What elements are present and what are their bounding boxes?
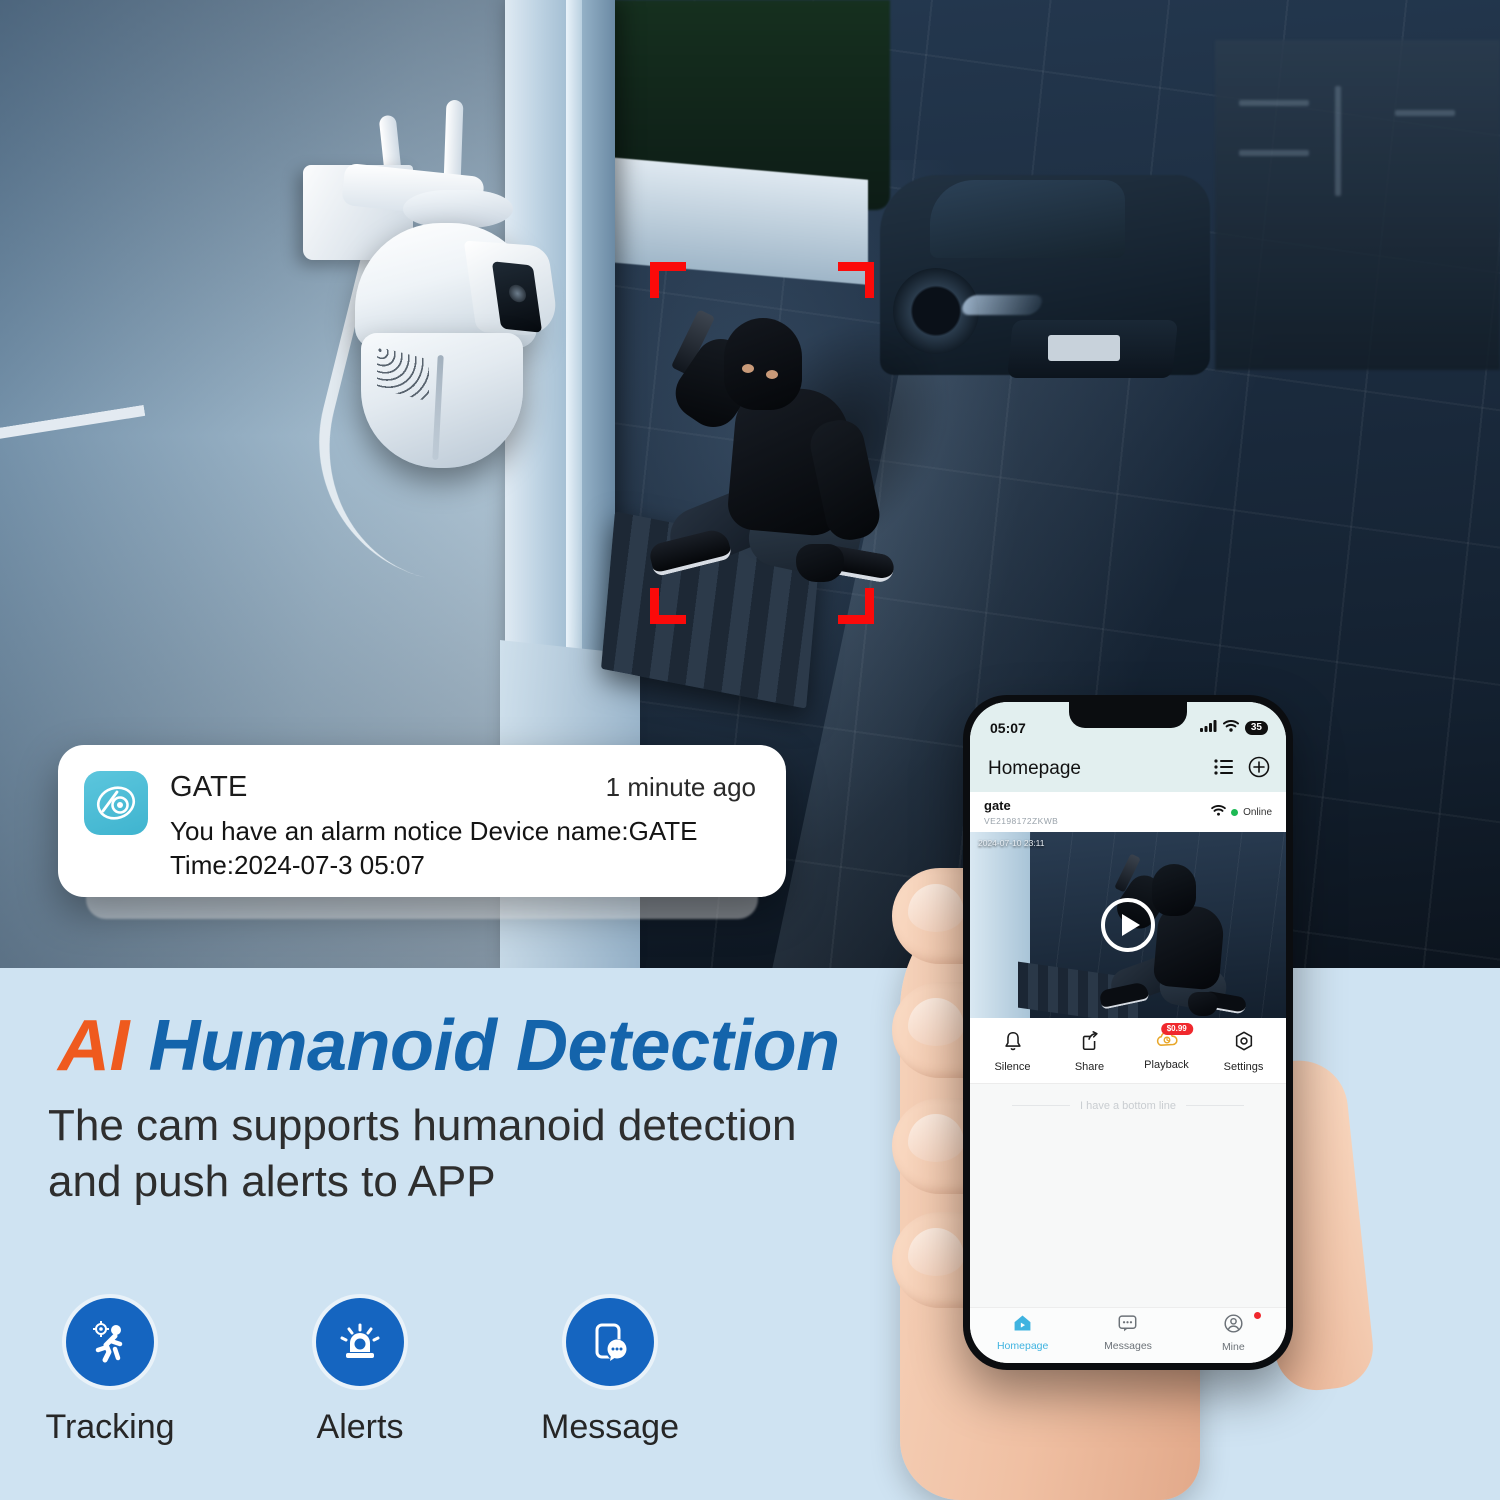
feature-label: Message — [541, 1408, 679, 1446]
preview-shoe-left — [1098, 981, 1150, 1010]
tab-mine[interactable]: Mine — [1181, 1311, 1285, 1353]
play-button-icon[interactable] — [1101, 897, 1155, 952]
detection-bracket-bottom-left — [650, 588, 686, 624]
feature-label: Tracking — [45, 1408, 175, 1446]
preview-torso — [1152, 903, 1226, 991]
feature-label: Alerts — [316, 1408, 404, 1446]
smartphone-device: 05:07 35 Homepage gate VE2198172ZKWB Onl… — [963, 695, 1293, 1370]
headline-main: Humanoid Detection — [148, 1006, 841, 1086]
share-icon — [1079, 1030, 1101, 1056]
preview-head — [1152, 863, 1196, 916]
status-badge: Online — [1243, 806, 1272, 818]
online-status-dot — [1231, 808, 1239, 816]
page-title: AI Humanoid Detection — [58, 1005, 840, 1087]
action-settings[interactable]: Settings — [1205, 1030, 1282, 1073]
plus-circle-icon[interactable] — [1248, 756, 1270, 783]
phone-notch — [1069, 702, 1187, 728]
bottom-line-text: I have a bottom line — [1079, 1099, 1176, 1112]
tab-label: Mine — [1221, 1340, 1245, 1353]
app-title: Homepage — [988, 758, 1081, 779]
car-headlight — [958, 295, 1046, 315]
intruder-balaclava-head — [724, 318, 802, 410]
device-identity: gate VE2198172ZKWB — [984, 798, 1059, 826]
eye-lens-app-icon — [84, 771, 148, 835]
action-share[interactable]: Share — [1051, 1030, 1128, 1073]
status-time: 05:07 — [990, 720, 1026, 736]
playback-price-badge: $0.99 — [1160, 1022, 1193, 1035]
preview-glove — [1188, 991, 1218, 1016]
notification-app-name: GATE — [170, 771, 248, 803]
list-icon[interactable] — [1214, 758, 1234, 780]
battery-level: 35 — [1244, 721, 1268, 735]
tab-homepage[interactable]: Homepage — [971, 1313, 1075, 1352]
tab-label: Homepage — [996, 1340, 1049, 1352]
phone-screen: 05:07 35 Homepage gate VE2198172ZKWB Onl… — [970, 702, 1286, 1363]
car-license-plate — [1048, 335, 1120, 361]
preview-timestamp: 2024-07-10 23:11 — [978, 837, 1045, 848]
detection-bracket-top-left — [650, 262, 686, 298]
promo-page: GATE 1 minute ago You have an alarm noti… — [0, 0, 1500, 1500]
notification-timestamp: 1 minute ago — [605, 772, 756, 802]
notification-body: GATE 1 minute ago You have an alarm noti… — [148, 771, 756, 883]
action-label: Playback — [1144, 1058, 1189, 1071]
cellular-signal-icon — [1199, 719, 1217, 737]
app-header: Homepage — [970, 746, 1286, 792]
divider-right — [1186, 1105, 1244, 1107]
detection-bracket-top-right — [838, 262, 874, 298]
device-id: VE2198172ZKWB — [984, 815, 1059, 826]
divider-left — [1011, 1105, 1070, 1107]
wifi-icon — [1211, 803, 1226, 821]
ptz-security-camera — [289, 99, 661, 617]
bottom-line-section: I have a bottom line — [970, 1083, 1286, 1112]
car-windshield — [930, 180, 1125, 258]
header-actions — [1214, 756, 1270, 783]
intruder-left-shoe — [647, 526, 733, 578]
chat-bubble-icon — [1117, 1314, 1138, 1337]
bottom-line-wrap: I have a bottom line — [1011, 1099, 1244, 1112]
siren-alarm-icon — [316, 1298, 404, 1386]
feature-list: Tracking Alerts Message — [40, 1298, 680, 1447]
action-playback[interactable]: $0.99 Playback — [1128, 1022, 1205, 1073]
intruder-glove — [796, 544, 844, 582]
home-play-icon — [1012, 1315, 1033, 1337]
device-status: Online — [1211, 803, 1272, 821]
notification-message: You have an alarm notice Device name:GAT… — [170, 816, 698, 881]
running-person-target-icon — [66, 1298, 154, 1386]
action-label: Silence — [994, 1060, 1031, 1073]
bell-icon — [1002, 1031, 1024, 1056]
promo-subtitle: The cam supports humanoid detection and … — [48, 1101, 797, 1207]
tab-messages[interactable]: Messages — [1076, 1314, 1180, 1352]
gear-hex-icon — [1233, 1031, 1255, 1056]
bottom-tab-bar: Homepage Messages Mine — [970, 1307, 1286, 1363]
notification-dot-badge — [1254, 1311, 1262, 1319]
cloud-playback-icon — [1154, 1031, 1180, 1054]
action-silence[interactable]: Silence — [974, 1030, 1051, 1073]
feature-message: Message — [540, 1298, 680, 1447]
action-label: Share — [1074, 1060, 1105, 1073]
action-label: Settings — [1223, 1060, 1264, 1073]
push-notification-card[interactable]: GATE 1 minute ago You have an alarm noti… — [58, 745, 786, 897]
status-indicators: 35 — [1199, 719, 1268, 737]
tab-label: Messages — [1104, 1339, 1152, 1352]
detection-bracket-bottom-right — [838, 588, 874, 624]
device-action-bar: Silence Share $0.99 Playback Settings — [970, 1017, 1286, 1084]
feature-tracking: Tracking — [40, 1298, 180, 1447]
notification-header-row: GATE 1 minute ago — [170, 771, 756, 804]
phone-chat-bubble-icon — [566, 1298, 654, 1386]
masked-intruder — [640, 300, 896, 600]
camera-preview-thumbnail[interactable]: 2024-07-10 23:11 — [970, 831, 1286, 1018]
device-row[interactable]: gate VE2198172ZKWB Online — [970, 792, 1286, 832]
garage-background — [1215, 40, 1500, 370]
feature-alerts: Alerts — [290, 1298, 430, 1447]
headline-accent: AI — [58, 1006, 130, 1086]
device-name: gate — [984, 798, 1011, 813]
user-circle-icon — [1223, 1313, 1244, 1338]
wifi-icon — [1222, 719, 1239, 737]
